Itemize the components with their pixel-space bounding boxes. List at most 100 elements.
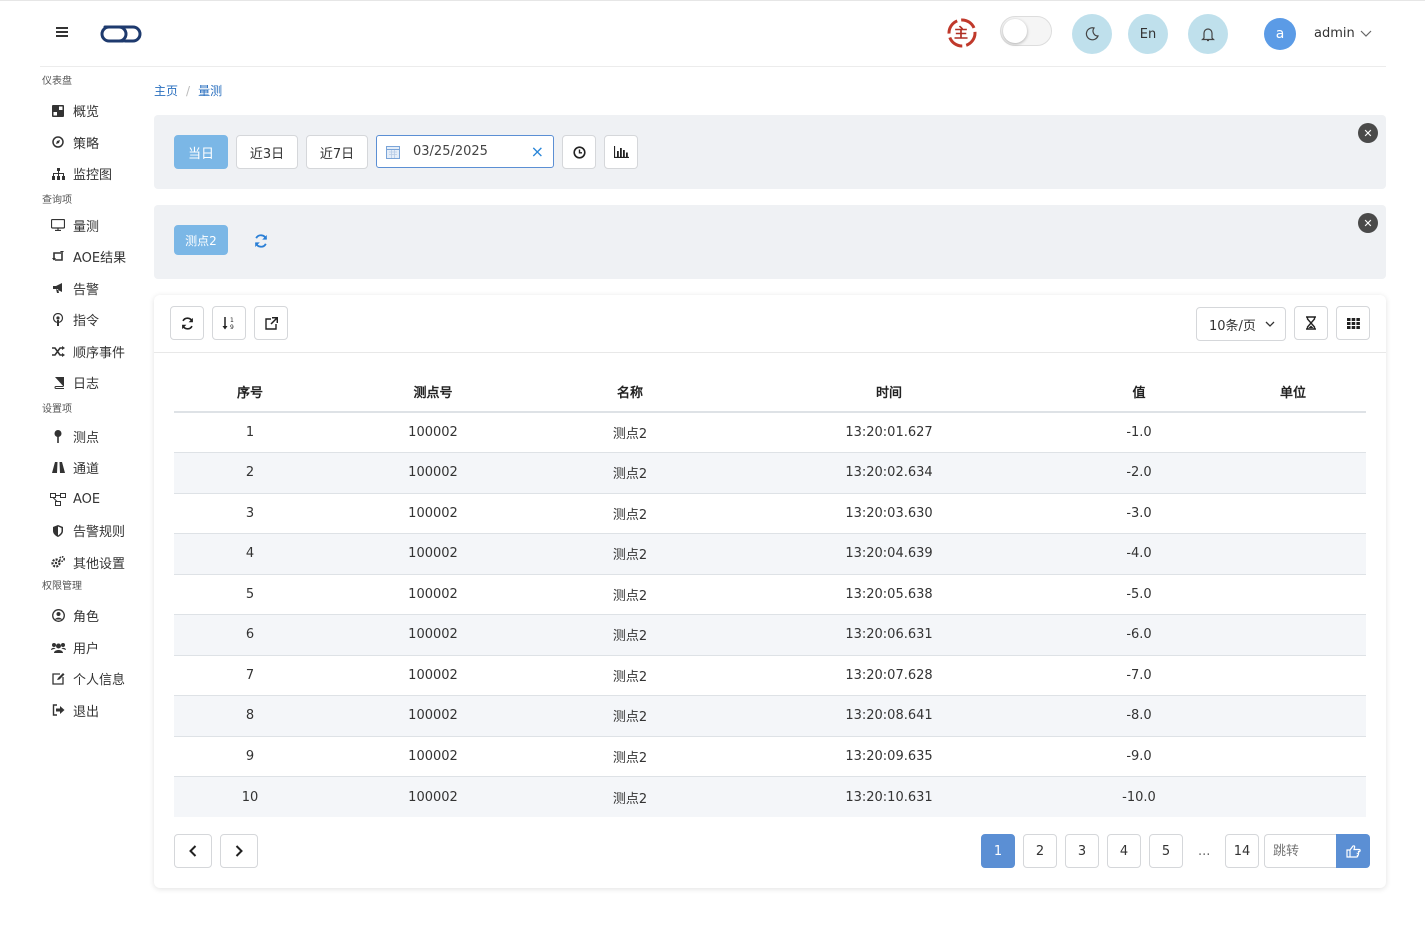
bar-chart-icon [613,146,629,158]
breadcrumb-current[interactable]: 量测 [198,84,222,98]
page-button[interactable]: 5 [1149,834,1183,868]
table-row[interactable]: 1 100002 测点2 13:20:01.627 -1.0 [174,411,1366,453]
table-row[interactable]: 8 100002 测点2 13:20:08.641 -8.0 [174,695,1366,736]
table-row[interactable]: 9 100002 测点2 13:20:09.635 -9.0 [174,735,1366,777]
sidebar-item-label: 角色 [73,610,100,626]
export-button[interactable] [254,306,288,340]
sidebar-item-other-settings[interactable]: 其他设置 [40,547,150,579]
sidebar-item-monitor-chart[interactable]: 监控图 [40,158,150,190]
sidebar-item-alarm-rules[interactable]: 告警规则 [40,515,150,547]
columns-button[interactable] [1336,306,1370,340]
table-cell: 4 [174,533,326,574]
column-header[interactable]: 名称 [540,372,720,413]
table-cell [1220,776,1366,817]
last-3-days-button[interactable]: 近3日 [236,135,298,169]
notifications-button[interactable] [1188,14,1228,54]
refresh-table-button[interactable] [170,306,204,340]
breadcrumb: 主页 / 量测 [154,82,222,99]
sidebar-item-alarms[interactable]: 告警 [40,273,150,305]
close-filter-icon[interactable]: ✕ [1358,123,1378,143]
last-page-button[interactable]: 14 [1225,834,1259,868]
column-header[interactable]: 单位 [1220,372,1366,413]
clear-date-icon[interactable]: × [531,142,544,161]
table-cell: 13:20:10.631 [720,776,1058,817]
selected-point-tag[interactable]: 测点2 [174,225,228,255]
table-cell: 13:20:06.631 [720,614,1058,655]
page-jump-button[interactable] [1336,834,1370,868]
page-button[interactable]: 1 [981,834,1015,868]
table-cell [1220,735,1366,777]
random-icon [50,343,66,359]
sidebar-item-logout[interactable]: 退出 [40,695,150,727]
table-row[interactable]: 2 100002 测点2 13:20:02.634 -2.0 [174,452,1366,493]
last-7-days-button[interactable]: 近7日 [306,135,368,169]
next-page-button[interactable] [220,834,258,868]
close-points-icon[interactable]: ✕ [1358,213,1378,233]
page-button[interactable]: 2 [1023,834,1057,868]
sidebar-item-points[interactable]: 测点 [40,421,150,453]
today-button[interactable]: 当日 [174,135,228,169]
column-header[interactable]: 测点号 [326,372,540,413]
sidebar-item-channels[interactable]: 通道 [40,452,150,484]
column-header[interactable]: 值 [1058,372,1220,413]
refresh-points-icon[interactable] [254,233,268,252]
shield-icon [50,523,66,539]
theme-switch[interactable] [1000,16,1052,46]
page-jump-input[interactable] [1264,834,1336,868]
table-row[interactable]: 7 100002 测点2 13:20:07.628 -7.0 [174,654,1366,696]
sort-button[interactable]: 19 [212,306,246,340]
table-cell [1220,411,1366,453]
chevron-down-icon[interactable] [1360,27,1372,39]
date-picker-input[interactable]: 03/25/2025 × [376,135,554,168]
column-header[interactable]: 时间 [720,372,1058,413]
table-row[interactable]: 5 100002 测点2 13:20:05.638 -5.0 [174,573,1366,615]
sidebar-item-label: 告警规则 [73,525,126,541]
sidebar-item-overview[interactable]: 概览 [40,95,150,127]
page-button[interactable]: 3 [1065,834,1099,868]
sidebar-item-measurement[interactable]: 量测 [40,210,150,242]
username[interactable]: admin [1314,26,1355,41]
table-cell: 13:20:01.627 [720,411,1058,453]
main-server-badge[interactable]: 主 [946,17,978,49]
sidebar-item-profile[interactable]: 个人信息 [40,663,150,695]
table-row[interactable]: 3 100002 测点2 13:20:03.630 -3.0 [174,492,1366,534]
bullhorn-icon [50,280,66,296]
table-cell [1220,492,1366,534]
page-button[interactable]: 4 [1107,834,1141,868]
sidebar-item-aoe-results[interactable]: AOE结果 [40,241,150,273]
table-row[interactable]: 10 100002 测点2 13:20:10.631 -10.0 [174,776,1366,817]
sidebar-item-label: AOE [73,491,101,507]
road-icon [50,460,66,476]
external-link-icon [264,316,278,330]
sidebar-item-roles[interactable]: 角色 [40,600,150,632]
sidebar-item-sequence-events[interactable]: 顺序事件 [40,336,150,368]
sort-numeric-icon: 19 [222,317,234,330]
sidebar-item-users[interactable]: 用户 [40,632,150,664]
sidebar-item-aoe[interactable]: AOE [40,484,150,516]
sidebar-section-title: 查询项 [42,194,72,206]
table-header-row: 序号 测点号 名称 时间 值 单位 [174,372,1366,413]
sidebar-item-logs[interactable]: 日志 [40,367,150,399]
chart-view-button[interactable] [604,135,638,169]
sidebar-item-label: 指令 [73,314,100,330]
table-cell: 13:20:05.638 [720,573,1058,615]
table-row[interactable]: 6 100002 测点2 13:20:06.631 -6.0 [174,614,1366,655]
column-header[interactable]: 序号 [174,372,326,413]
table-cell: 100002 [326,776,540,817]
time-picker-button[interactable] [562,135,596,169]
page-size-select[interactable]: 10条/页 [1196,307,1286,341]
table-cell [1220,695,1366,736]
sidebar-item-commands[interactable]: 指令 [40,304,150,336]
dark-mode-button[interactable] [1072,14,1112,54]
menu-toggle-icon[interactable] [56,27,68,37]
prev-page-button[interactable] [174,834,212,868]
sidebar-item-label: 退出 [73,704,100,720]
table-row[interactable]: 4 100002 测点2 13:20:04.639 -4.0 [174,533,1366,574]
avatar[interactable]: a [1264,18,1296,50]
language-button[interactable]: En [1128,14,1168,54]
auto-refresh-button[interactable] [1294,306,1328,340]
sidebar-item-strategy[interactable]: 策略 [40,127,150,159]
retweet-icon [50,249,66,265]
table-cell [1220,654,1366,696]
breadcrumb-home[interactable]: 主页 [154,84,178,98]
